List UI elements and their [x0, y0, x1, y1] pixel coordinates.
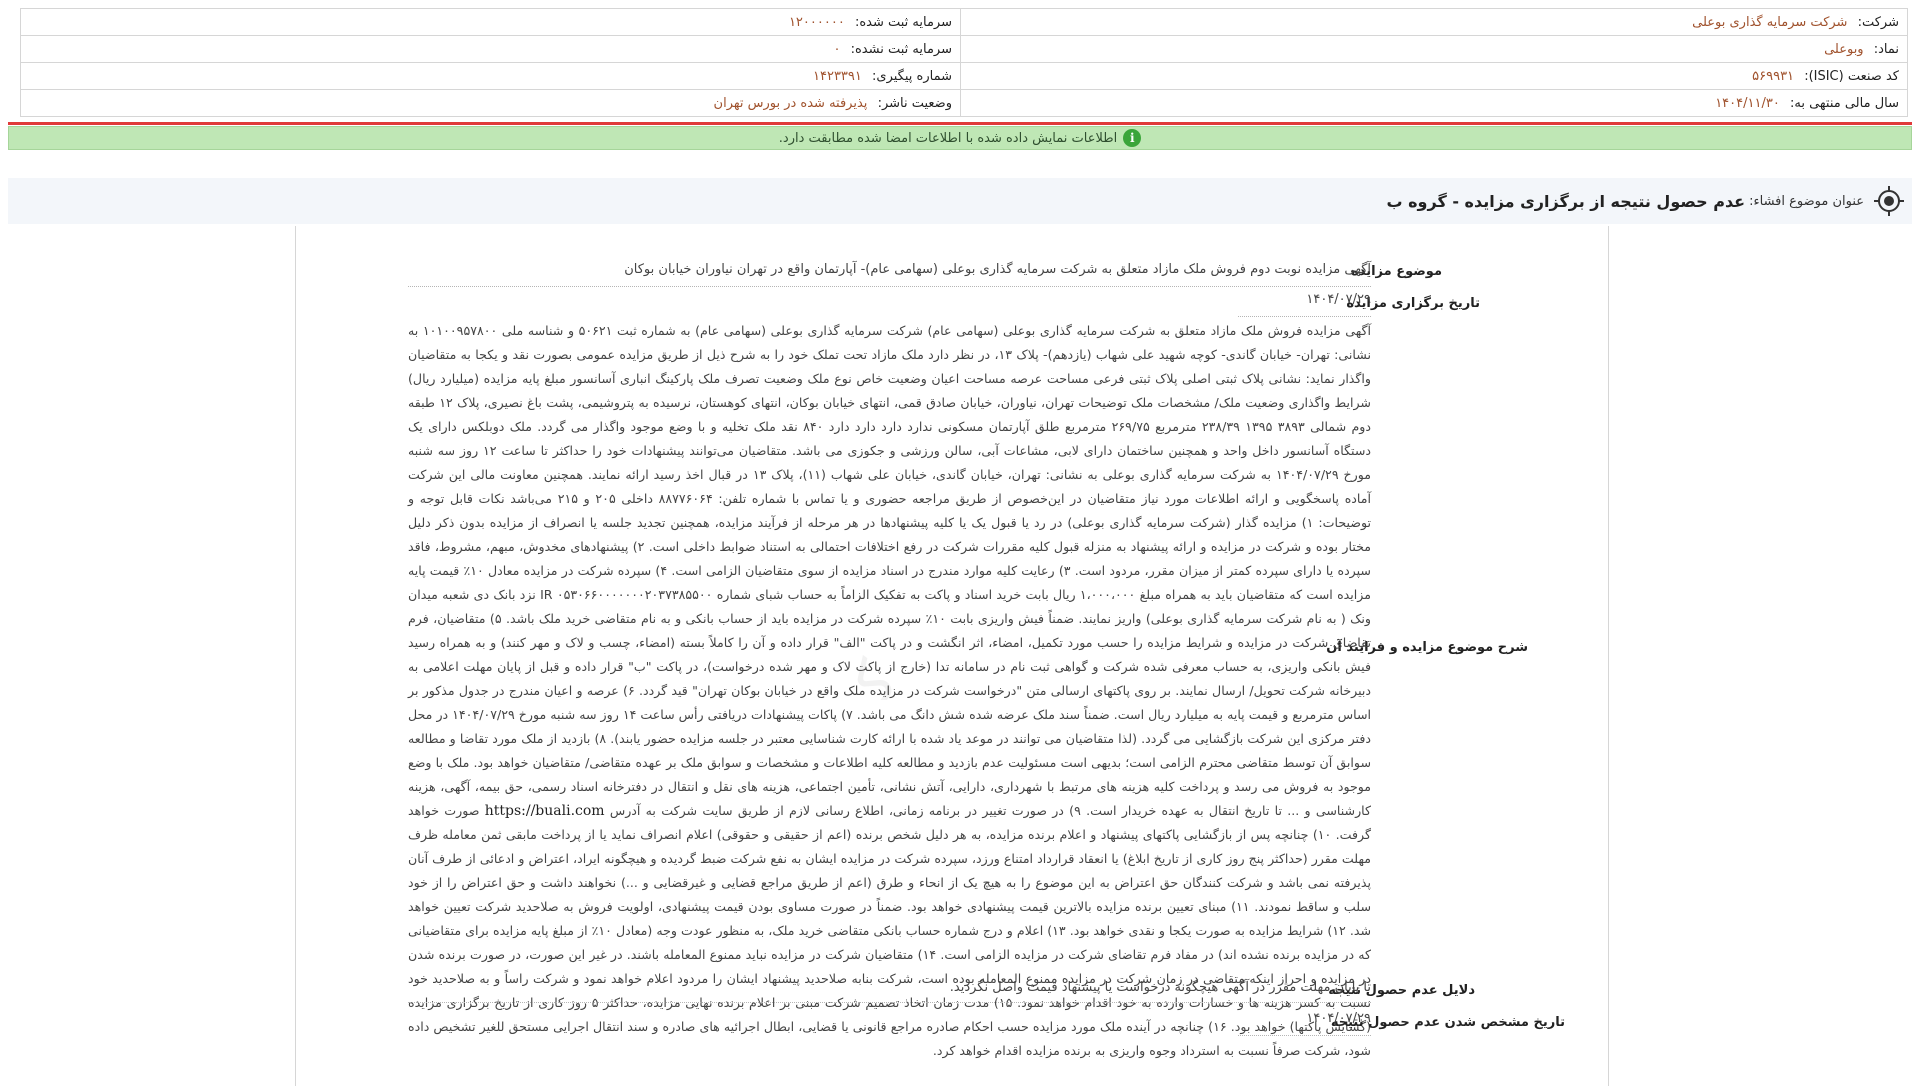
- info-row: کد صنعت (ISIC): ۵۶۹۹۳۱ شماره پیگیری: ۱۴۲…: [20, 62, 1908, 90]
- auction-date-value: ۱۴۰۴/۰۷/۲۹: [1238, 292, 1371, 317]
- company-name-link[interactable]: شرکت سرمایه گذاری بوعلی: [1692, 15, 1847, 30]
- company-label: شرکت:: [1857, 14, 1899, 30]
- description-part-2: صورت خواهد گرفت. ۱۰) چنانچه پس از بازگشا…: [408, 803, 1372, 1058]
- fiscal-cell: سال مالی منتهی به: ۱۴۰۴/۱۱/۳۰: [960, 89, 1908, 117]
- registered-capital-label: سرمایه ثبت شده:: [854, 14, 952, 30]
- tracking-label: شماره پیگیری:: [872, 68, 952, 84]
- subject-label: عنوان موضوع افشاء:: [1749, 193, 1864, 209]
- unregistered-capital-cell: سرمایه ثبت نشده: ۰: [20, 35, 961, 63]
- publisher-status-cell: وضعیت ناشر: پذیرفته شده در بورس تهران: [20, 89, 961, 117]
- tracking-cell: شماره پیگیری: ۱۴۲۳۳۹۱: [20, 62, 961, 90]
- no-result-reason-value: تا پایان مهلت مقرر در آگهی هیچگونه درخوا…: [408, 980, 1371, 1003]
- publisher-status-label: وضعیت ناشر:: [877, 95, 952, 111]
- info-row: نماد: وبوعلی سرمایه ثبت نشده: ۰: [20, 35, 1908, 63]
- registered-capital-cell: سرمایه ثبت شده: ۱۲۰۰۰۰۰۰: [20, 8, 961, 36]
- description-text: آگهی مزایده فروش ملک مازاد متعلق به شرکت…: [408, 319, 1371, 1063]
- unregistered-capital-label: سرمایه ثبت نشده:: [850, 41, 952, 57]
- isic-value: ۵۶۹۹۳۱: [1752, 68, 1795, 84]
- info-row: سال مالی منتهی به: ۱۴۰۴/۱۱/۳۰ وضعیت ناشر…: [20, 89, 1908, 117]
- unregistered-capital-value: ۰: [833, 41, 841, 57]
- auction-subject-value: آگهی مزایده نوبت دوم فروش ملک مازاد متعل…: [408, 262, 1371, 287]
- verification-banner: i اطلاعات نمایش داده شده با اطلاعات امضا…: [8, 126, 1912, 150]
- subject-header: عنوان موضوع افشاء: عدم حصول نتیجه از برگ…: [8, 178, 1912, 224]
- company-website-link[interactable]: https://buali.com: [485, 803, 605, 819]
- no-result-date-value: ۱۴۰۴/۰۷/۲۹: [1238, 1011, 1371, 1036]
- target-icon: [1874, 186, 1904, 216]
- publisher-status-value: پذیرفته شده در بورس تهران: [713, 95, 868, 111]
- symbol-link[interactable]: وبوعلی: [1824, 42, 1864, 57]
- isic-cell: کد صنعت (ISIC): ۵۶۹۹۳۱: [960, 62, 1908, 90]
- tracking-value: ۱۴۲۳۳۹۱: [813, 68, 862, 84]
- company-info-table: شرکت: شرکت سرمایه گذاری بوعلی سرمایه ثبت…: [20, 8, 1908, 117]
- verification-text: اطلاعات نمایش داده شده با اطلاعات امضا ش…: [778, 130, 1118, 146]
- fiscal-label: سال مالی منتهی به:: [1789, 95, 1899, 111]
- divider-red: [8, 122, 1912, 125]
- info-row: شرکت: شرکت سرمایه گذاری بوعلی سرمایه ثبت…: [20, 8, 1908, 36]
- company-cell: شرکت: شرکت سرمایه گذاری بوعلی: [960, 8, 1908, 36]
- symbol-label: نماد:: [1873, 41, 1899, 57]
- symbol-cell: نماد: وبوعلی: [960, 35, 1908, 63]
- subject-title: عدم حصول نتیجه از برگزاری مزایده - گروه …: [1386, 191, 1746, 211]
- fiscal-value: ۱۴۰۴/۱۱/۳۰: [1715, 95, 1780, 111]
- isic-label: کد صنعت (ISIC):: [1804, 68, 1899, 84]
- info-check-icon: i: [1123, 129, 1142, 147]
- registered-capital-value: ۱۲۰۰۰۰۰۰: [788, 14, 845, 30]
- description-part-1: آگهی مزایده فروش ملک مازاد متعلق به شرکت…: [408, 323, 1372, 818]
